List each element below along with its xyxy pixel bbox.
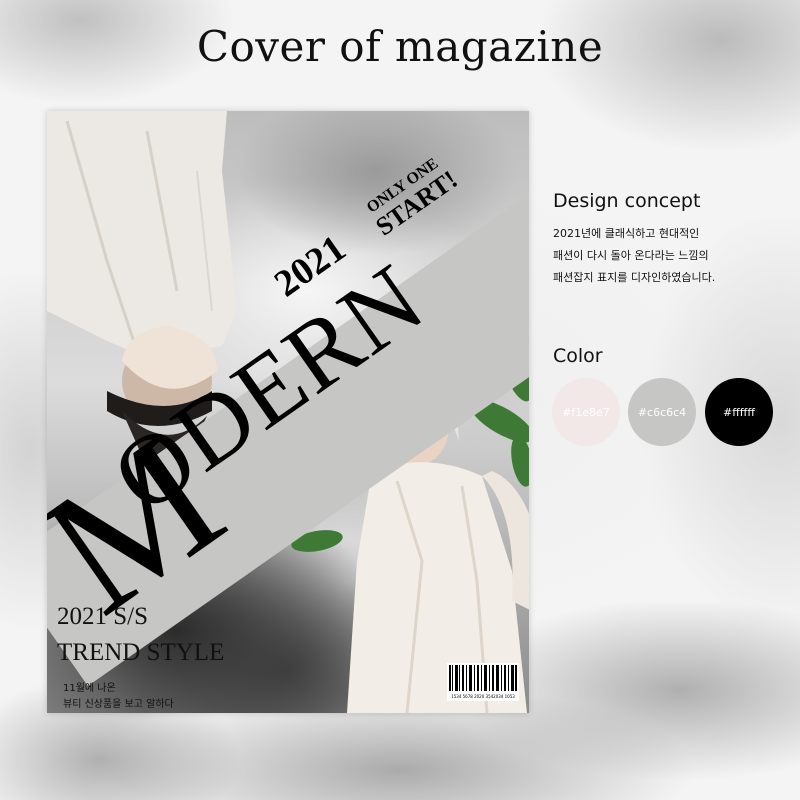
page-title: Cover of magazine — [196, 22, 604, 71]
color-swatch: #c6c6c4 — [628, 378, 696, 446]
color-swatch-label: #c6c6c4 — [637, 405, 687, 419]
design-concept-heading: Design concept — [553, 190, 701, 212]
season-label: 2021 S/S — [57, 603, 149, 630]
color-heading: Color — [553, 345, 603, 367]
cover-subtext-1: 11월에 나온 — [63, 683, 116, 694]
color-swatch-label: #f1e8e7 — [562, 405, 610, 419]
color-swatch-label: #ffffff — [723, 405, 755, 419]
magazine-cover: M ODERN 2021 ONLY ONE START! 2021 S/S TR… — [47, 111, 529, 713]
concept-line-1: 2021년에 클래식하고 현대적인 — [553, 227, 700, 240]
concept-line-3: 패션잡지 표지를 디자인하였습니다. — [553, 271, 716, 284]
color-swatch: #f1e8e7 — [552, 378, 620, 446]
cover-subtext-2: 뷰티 신상품을 보고 알하다 — [63, 699, 174, 710]
trend-label: TREND STYLE — [57, 639, 225, 666]
barcode-icon: 1534 5678 2020 3542034 1053 — [447, 663, 519, 701]
barcode-number: 1534 5678 2020 3542034 1053 — [451, 694, 515, 699]
concept-line-2: 패션이 다시 돌아 온다라는 느낌의 — [553, 249, 709, 262]
color-swatch: #ffffff — [705, 378, 773, 446]
